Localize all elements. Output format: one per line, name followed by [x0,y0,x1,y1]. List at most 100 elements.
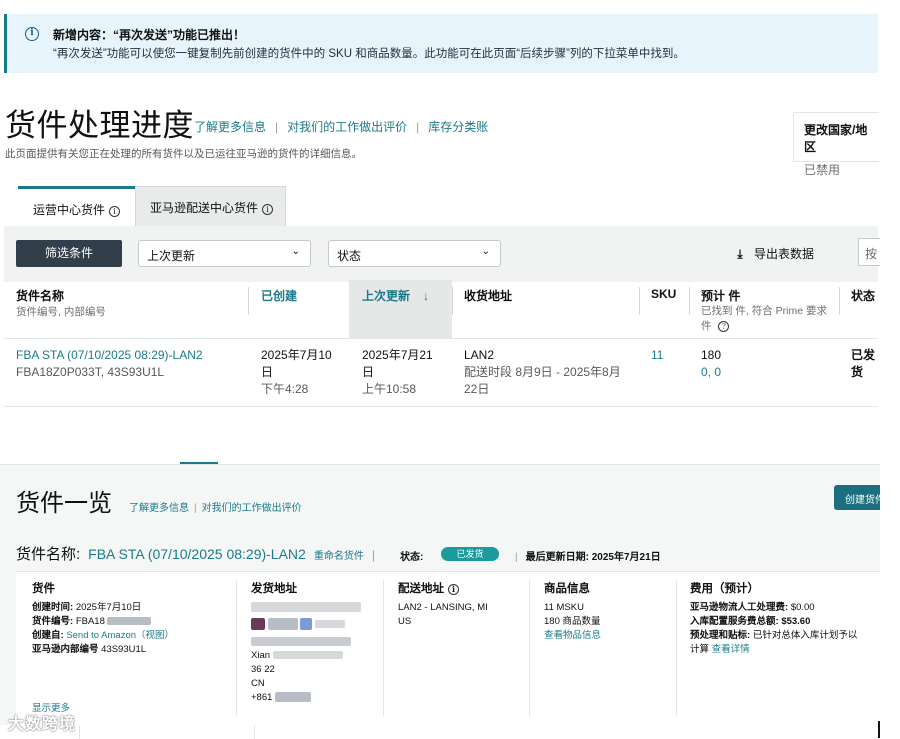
msku-count: 11 MSKU [544,602,584,613]
export-label: 导出表数据 [754,247,815,261]
info-icon: i [262,204,274,215]
info-icon: i [25,27,39,41]
inventory-ledger-link[interactable]: 库存分类账 [428,120,488,134]
column-divider [383,580,384,716]
bottom-tab-strip [0,725,880,739]
placement-fee-label: 入库配置服务费总额: [690,616,779,627]
column-divider [529,580,530,716]
column-divider [839,287,840,315]
country-label: 更改国家/地区 [804,123,868,154]
redacted-block [106,617,151,626]
items-header: 商品信息 [544,583,590,595]
ship-to-header: 配送地址 [398,583,444,595]
redacted-block [275,692,312,703]
divider: | [194,503,197,514]
manual-fee-label: 亚马逊物流人工处理费: [690,602,789,613]
row-divider [4,338,878,339]
watermark: 大数跨境 [8,716,77,733]
column-divider [248,287,249,315]
last-updated-text: 最后更新日期: 2025年7月21日 [525,552,661,563]
sort-select-value: 上次更新 [147,249,196,263]
tab-label: 亚马逊配送中心货件 [150,201,259,215]
redacted-block [272,651,343,660]
divider: | [371,548,375,562]
created-from-label: 创建自: [32,630,64,641]
tab-amazon-fc-shipments[interactable]: 亚马逊配送中心货件 i [135,186,286,226]
export-button[interactable]: ⤓ 导出表数据 [734,245,814,262]
created-cell: 2025年7月10 日 下午4:28 [261,347,332,398]
fees-header: 费用（预计） [690,583,759,595]
column-divider [639,287,640,315]
column-header-updated[interactable]: 上次更新 ↓ [362,287,429,304]
shipment-ids: FBA18Z0P033T, 43S93U1L [16,365,165,379]
status-select-value: 状态 [337,249,362,263]
column-header-updated-label: 上次更新 [362,289,411,303]
ship-from-line: +861 [251,692,273,703]
filter-button[interactable]: 筛选条件 [16,240,122,267]
column-header-name-sub: 货件编号, 内部编号 [16,306,106,318]
address-code: LAN2 [464,348,495,362]
shipment-name-label: 货件名称: [16,546,81,563]
status-select[interactable]: 状态 ⌄ [328,240,501,267]
feedback-link[interactable]: 对我们的工作做出评价 [287,120,407,134]
tab-strip [0,441,880,465]
column-divider [452,287,453,315]
internal-id-value: 43S93U1L [101,644,147,655]
country-switcher[interactable]: 更改国家/地区 已禁用 [793,112,879,177]
units-cell: 180 0, 0 [701,347,721,381]
create-shipment-button[interactable]: 创建货件 [834,485,880,510]
tab-fulfillment-center-shipments[interactable]: 运营中心货件 i [18,186,135,226]
created-time: 下午4:28 [261,382,309,396]
view-details-link[interactable]: 查看详情 [712,644,750,655]
ship-from-header: 发货地址 [251,583,297,595]
country-status: 已禁用 [804,163,841,177]
sort-select[interactable]: 上次更新 ⌄ [138,240,311,267]
unit-count: 180 商品数量 [544,616,601,627]
ship-from-line: CN [251,678,265,689]
shipment-name-row: 货件名称: FBA STA (07/10/2025 08:29)-LAN2 重命名货… [16,543,383,564]
redacted-block [314,620,345,629]
status-text-2: 货 [851,365,864,379]
redacted-block [251,636,351,646]
status-text: 已发 [851,348,876,362]
address-cell: LAN2 配送时段 8月9日 - 2025年8月 22日 [464,347,621,398]
rename-shipment-link[interactable]: 重命名货件 [314,551,364,562]
chevron-down-icon: ⌄ [481,246,490,257]
info-icon[interactable]: i [448,584,459,595]
download-icon: ⤓ [737,247,743,261]
updated-date: 2025年7月21 [362,348,433,362]
shipment-info-header: 货件 [32,583,55,595]
sku-count-link[interactable]: 11 [651,347,663,364]
help-icon[interactable]: ? [718,321,730,332]
status-label: 状态: [400,552,424,563]
send-to-amazon-link[interactable]: Send to Amazon（视图） [66,630,174,641]
search-input[interactable]: 按 [858,238,880,266]
feedback-link[interactable]: 对我们的工作做出评价 [202,503,302,514]
created-date: 2025年7月10 [261,348,332,362]
info-icon: i [109,206,121,217]
column-header-status: 状态 [851,289,876,303]
shipment-name-link[interactable]: FBA STA (07/10/2025 08:29)-LAN2 [16,347,203,364]
units-found-link[interactable]: 0, 0 [701,364,721,381]
learn-more-link[interactable]: 了解更多信息 [194,120,266,134]
status-badge: 已发货 [441,547,499,561]
ship-to-line: LAN2 - LANSING, MI [398,602,488,613]
learn-more-link[interactable]: 了解更多信息 [129,503,189,514]
created-value: 2025年7月10日 [75,602,142,613]
redacted-block [251,602,361,613]
last-updated: | 最后更新日期: 2025年7月21日 [515,548,661,563]
fees-column: 费用（预计） 亚马逊物流人工处理费: $0.00 入库配置服务费总额: $53.… [690,582,878,657]
ship-from-line: Xian [251,650,271,661]
redacted-block [267,618,298,631]
prep-value: 已针对总体入库计划予以 [752,630,858,641]
ship-to-column: 配送地址 i LAN2 - LANSING, MI US [398,582,518,629]
ship-to-line: US [398,616,412,627]
status-cell: 已发 货 [851,347,875,381]
shipment-number-value: FBA18 [75,616,105,627]
column-header-units: 预计 件 [701,289,741,303]
text-cursor [878,721,880,738]
column-header-address: 收货地址 [464,289,513,303]
updated-date-2: 日 [362,365,375,379]
column-header-created[interactable]: 已创建 [261,287,297,304]
view-items-link[interactable]: 查看物品信息 [544,629,674,643]
